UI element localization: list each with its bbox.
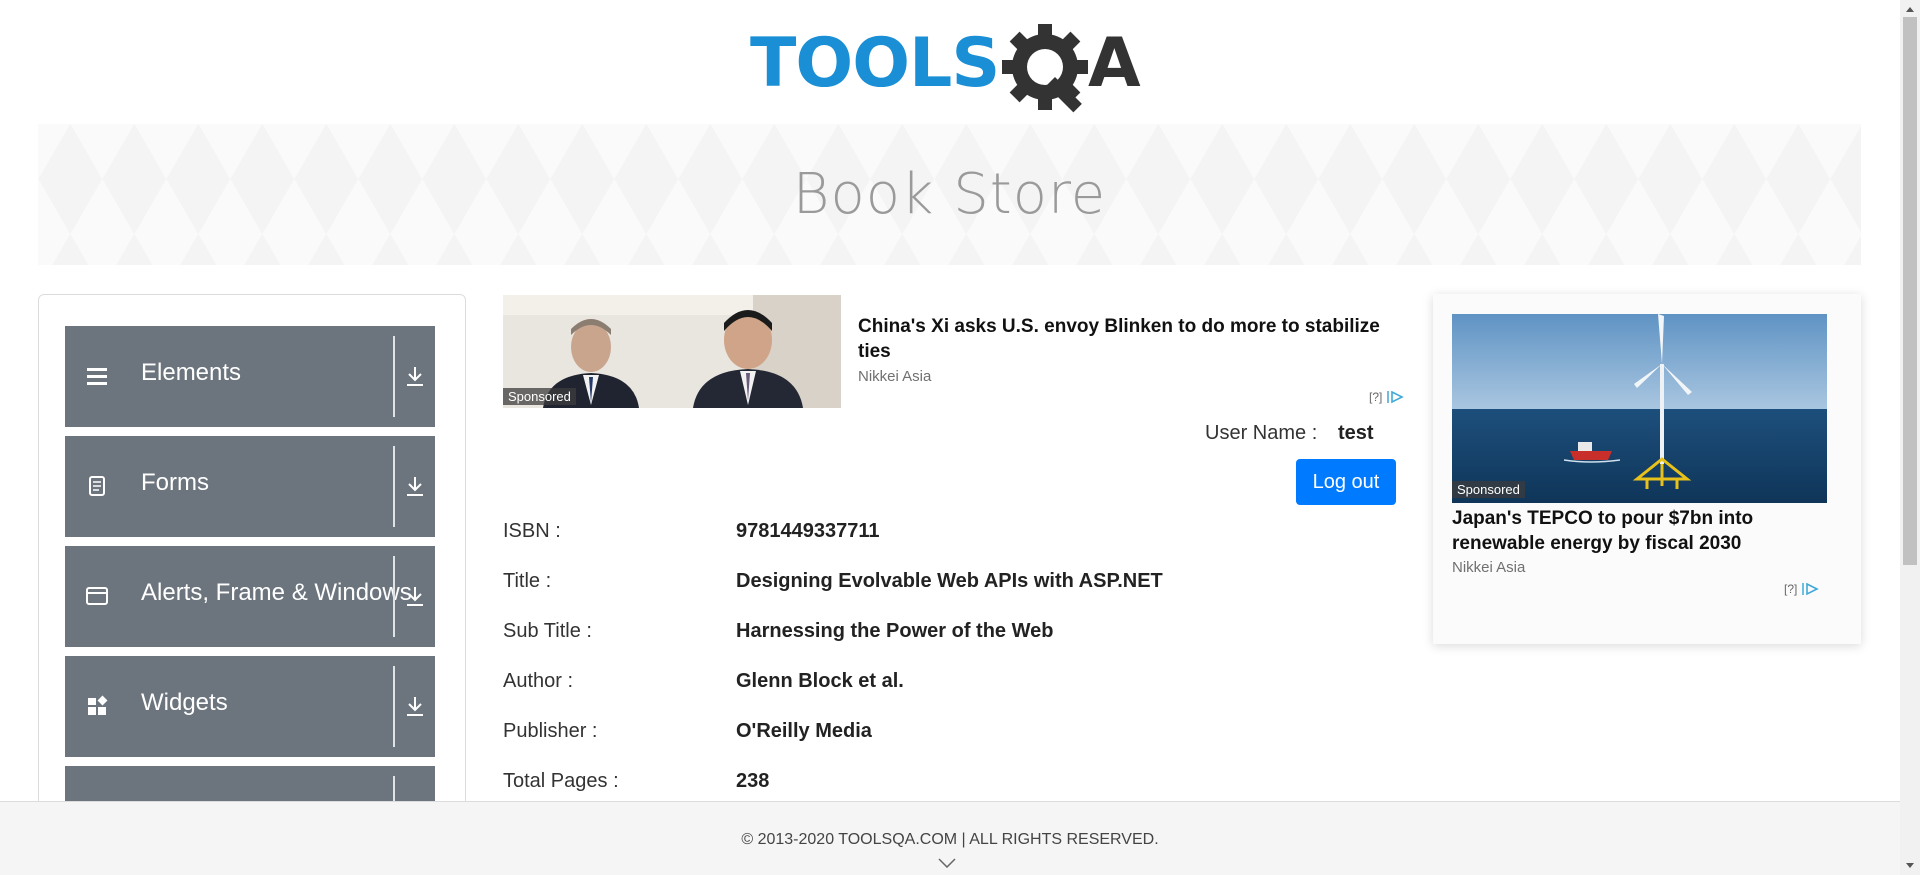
download-arrow-icon[interactable] — [403, 364, 427, 388]
sidebar: Elements Forms Alerts, Frame & Windows W… — [38, 294, 466, 814]
divider — [393, 556, 395, 637]
page-title: Book Store — [792, 162, 1107, 227]
document-icon — [89, 476, 105, 496]
sidebar-group-label: Alerts, Frame & Windows — [141, 579, 412, 606]
scroll-up-arrow-icon[interactable] — [1905, 4, 1915, 14]
sidebar-group-label: Forms — [141, 469, 209, 496]
download-arrow-icon[interactable] — [403, 694, 427, 718]
detail-label: Author : — [503, 670, 574, 692]
sidebar-group-widgets[interactable]: Widgets — [65, 656, 435, 757]
detail-value: O'Reilly Media — [736, 720, 872, 742]
adchoices-icon — [1802, 582, 1820, 596]
logo-text-a: A — [1088, 24, 1141, 103]
sidebar-group-elements[interactable]: Elements — [65, 326, 435, 427]
ad-source: Nikkei Asia — [1452, 559, 1526, 576]
window-icon — [86, 587, 108, 605]
sidebar-group-alerts-frame-windows[interactable]: Alerts, Frame & Windows — [65, 546, 435, 647]
sidebar-group-label: Elements — [141, 359, 242, 386]
scrollbar-thumb[interactable] — [1903, 17, 1917, 565]
sponsored-badge: Sponsored — [1452, 481, 1525, 498]
ad-headline[interactable]: Japan's TEPCO to pour $7bn into renewabl… — [1452, 506, 1842, 556]
detail-label: Publisher : — [503, 720, 598, 742]
detail-row-author: Author : Glenn Block et al. — [503, 670, 1423, 710]
ad-headline[interactable]: China's Xi asks U.S. envoy Blinken to do… — [858, 314, 1413, 364]
sponsored-badge: Sponsored — [503, 388, 576, 405]
chevron-down-icon[interactable] — [938, 858, 956, 868]
footer-copyright: © 2013-2020 TOOLSQA.COM | ALL RIGHTS RES… — [741, 831, 1159, 848]
detail-value: Harnessing the Power of the Web — [736, 620, 1054, 642]
divider — [393, 446, 395, 527]
username-value: test — [1338, 422, 1374, 444]
ad-source: Nikkei Asia — [858, 368, 932, 385]
detail-value: 238 — [736, 770, 770, 792]
ad-image[interactable]: Sponsored — [503, 295, 841, 408]
divider — [393, 336, 395, 417]
detail-row-publisher: Publisher : O'Reilly Media — [503, 720, 1423, 760]
scroll-down-arrow-icon[interactable] — [1905, 861, 1915, 871]
toolsqa-logo[interactable]: TOOLS A — [750, 20, 1155, 114]
detail-label: Total Pages : — [503, 770, 619, 792]
download-arrow-icon[interactable] — [403, 474, 427, 498]
widgets-icon — [88, 695, 108, 715]
sponsored-ad-top[interactable]: Sponsored China's Xi asks U.S. envoy Bli… — [503, 294, 1413, 409]
download-arrow-icon[interactable] — [403, 584, 427, 608]
detail-value: Glenn Block et al. — [736, 670, 904, 692]
ad-image[interactable]: Sponsored — [1452, 314, 1827, 503]
detail-label: Title : — [503, 570, 552, 592]
hamburger-icon — [87, 368, 107, 385]
sidebar-group-label: Widgets — [141, 689, 228, 716]
ad-choices[interactable]: [?] — [1369, 390, 1405, 404]
detail-value: Designing Evolvable Web APIs with ASP.NE… — [736, 570, 1163, 592]
detail-row-subtitle: Sub Title : Harnessing the Power of the … — [503, 620, 1423, 660]
ad-choices-label: [?] — [1369, 390, 1383, 404]
detail-label: Sub Title : — [503, 620, 592, 642]
detail-row-title: Title : Designing Evolvable Web APIs wit… — [503, 570, 1423, 610]
sidebar-group-forms[interactable]: Forms — [65, 436, 435, 537]
detail-value: 9781449337711 — [736, 520, 880, 542]
ad-choices[interactable]: [?] — [1784, 582, 1820, 596]
sponsored-ad-side[interactable]: Sponsored Japan's TEPCO to pour $7bn int… — [1433, 294, 1861, 644]
ad-choices-label: [?] — [1784, 582, 1798, 596]
detail-row-isbn: ISBN : 9781449337711 — [503, 520, 1423, 560]
gear-icon — [1002, 24, 1088, 113]
divider — [393, 666, 395, 747]
page-banner: Book Store — [38, 124, 1861, 265]
logo-text-tools: TOOLS — [750, 24, 999, 103]
logout-button[interactable]: Log out — [1296, 459, 1396, 505]
adchoices-icon — [1387, 390, 1405, 404]
detail-label: ISBN : — [503, 520, 561, 542]
username-label: User Name : — [1205, 422, 1318, 444]
